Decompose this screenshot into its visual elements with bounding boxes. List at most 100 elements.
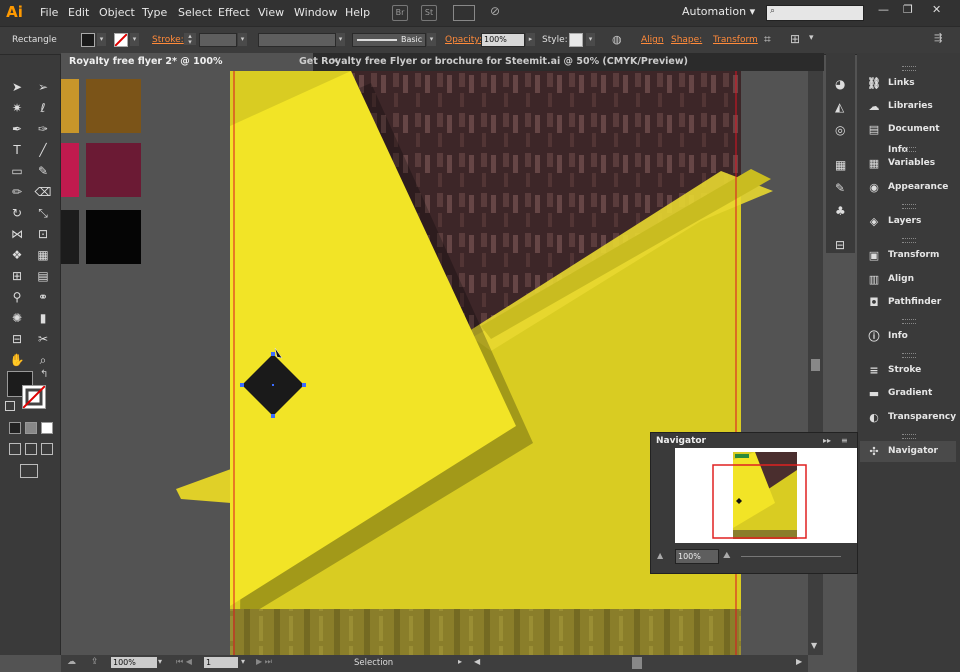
mesh-tool-icon[interactable]: ⊞ xyxy=(6,266,28,286)
blend-tool-icon[interactable]: ⚭ xyxy=(32,287,54,307)
menu-file[interactable]: File xyxy=(40,6,58,19)
swatch-maroon[interactable] xyxy=(86,143,141,197)
navigator-preview[interactable] xyxy=(675,448,857,543)
swatch-gold[interactable] xyxy=(61,79,79,133)
shape-builder-tool-icon[interactable]: ❖ xyxy=(6,245,28,265)
shape-link[interactable]: Shape: xyxy=(671,35,702,45)
panel-pathfinder[interactable]: ◘ Pathfinder xyxy=(860,292,956,313)
cloud-sync-icon[interactable]: ☁ xyxy=(67,657,76,667)
default-colors-icon[interactable] xyxy=(5,401,15,411)
hscroll-thumb[interactable] xyxy=(632,657,642,669)
zoom-field[interactable]: 100% xyxy=(111,657,157,668)
panel-navigator[interactable]: ✣ Navigator xyxy=(860,441,956,462)
stroke-color-box[interactable] xyxy=(22,385,46,409)
zoom-dropdown[interactable]: ▾ xyxy=(158,657,162,666)
menu-object[interactable]: Object xyxy=(99,6,135,19)
recolor-artwork-icon[interactable]: ◍ xyxy=(612,33,622,46)
screen-mode-icon[interactable] xyxy=(20,464,38,478)
eyedropper-tool-icon[interactable]: ⚲ xyxy=(6,287,28,307)
scroll-right-icon[interactable]: ▶ xyxy=(796,657,802,666)
artboard-dropdown[interactable]: ▾ xyxy=(241,657,245,666)
brush-definition-field[interactable]: Basic xyxy=(352,33,426,47)
export-icon[interactable]: ⇪ xyxy=(91,657,99,667)
stroke-label[interactable]: Stroke: xyxy=(152,35,184,45)
navigator-zoom-field[interactable]: 100% xyxy=(675,549,719,564)
stroke-swatch[interactable] xyxy=(114,33,128,47)
arrange-documents-icon[interactable] xyxy=(453,5,475,21)
close-window-button[interactable]: ✕ xyxy=(932,3,941,16)
chevron-down-icon[interactable]: ▾ xyxy=(809,33,814,43)
style-dropdown[interactable]: ▾ xyxy=(586,33,595,46)
artboard-nav-prev[interactable]: ⏮ ◀ xyxy=(176,657,192,667)
free-transform-tool-icon[interactable]: ⊡ xyxy=(32,224,54,244)
eraser-tool-icon[interactable]: ⌫ xyxy=(32,182,54,202)
panel-align[interactable]: ▥ Align xyxy=(860,269,956,290)
stock-icon[interactable]: St xyxy=(421,5,437,21)
stroke-weight-stepper[interactable]: ▴ ▾ xyxy=(184,33,196,46)
column-graph-tool-icon[interactable]: ▮ xyxy=(32,308,54,328)
scroll-left-icon[interactable]: ◀ xyxy=(474,657,480,666)
panel-document-info[interactable]: ▤ Document Info xyxy=(860,119,956,155)
menu-type[interactable]: Type xyxy=(142,6,167,19)
anchor-point[interactable] xyxy=(240,383,244,387)
gradient-tool-icon[interactable]: ▤ xyxy=(32,266,54,286)
stroke-weight-field[interactable] xyxy=(199,33,237,47)
none-mode-icon[interactable] xyxy=(41,422,53,434)
bridge-icon[interactable]: Br xyxy=(392,5,408,21)
artboard-number-field[interactable]: 1 xyxy=(204,657,238,668)
hand-tool-icon[interactable]: ✋ xyxy=(6,350,28,370)
pencil-tool-icon[interactable]: ✏ xyxy=(6,182,28,202)
panel-gradient[interactable]: ▬ Gradient xyxy=(860,383,956,404)
stroke-dropdown[interactable]: ▾ xyxy=(130,33,139,46)
isolate-object-icon[interactable]: ⌗ xyxy=(764,32,771,47)
artboards-panel-icon[interactable]: ⊟ xyxy=(835,238,845,252)
opacity-field[interactable]: 100% xyxy=(481,33,525,47)
menu-effect[interactable]: Effect xyxy=(218,6,250,19)
tab-steemit-brochure[interactable]: Get Royalty free Flyer or brochure for S… xyxy=(291,53,696,71)
panel-grip[interactable] xyxy=(902,204,916,209)
panel-stroke[interactable]: ≡ Stroke xyxy=(860,360,956,381)
symbol-sprayer-tool-icon[interactable]: ✺ xyxy=(6,308,28,328)
panel-appearance[interactable]: ◉ Appearance xyxy=(860,177,956,198)
variable-width-field[interactable] xyxy=(258,33,336,47)
slice-tool-icon[interactable]: ✂ xyxy=(32,329,54,349)
paintbrush-tool-icon[interactable]: ✎ xyxy=(32,161,54,181)
panel-variables[interactable]: ▦ Variables xyxy=(860,153,956,174)
artboard-tool-icon[interactable]: ⊟ xyxy=(6,329,28,349)
zoom-tool-icon[interactable]: ⌕ xyxy=(32,350,54,370)
zoom-out-icon[interactable]: ▲ xyxy=(657,551,663,560)
opacity-label[interactable]: Opacity: xyxy=(445,35,482,45)
magic-wand-tool-icon[interactable]: ✷ xyxy=(6,98,28,118)
zoom-in-icon[interactable]: ⛰ xyxy=(723,551,731,561)
anchor-point[interactable] xyxy=(302,383,306,387)
fill-swatch[interactable] xyxy=(81,33,95,47)
direct-selection-tool-icon[interactable]: ➢ xyxy=(32,77,54,97)
restore-button[interactable]: ❐ xyxy=(903,3,913,16)
panel-transform[interactable]: ▣ Transform xyxy=(860,245,956,266)
pen-tool-icon[interactable]: ✒ xyxy=(6,119,28,139)
control-panel-menu-icon[interactable]: ⇶ xyxy=(934,33,942,44)
type-tool-icon[interactable]: T xyxy=(6,140,28,160)
gradient-mode-icon[interactable] xyxy=(25,422,37,434)
panel-links[interactable]: ⛓ Links xyxy=(860,73,956,94)
zoom-slider[interactable] xyxy=(741,556,841,557)
menu-edit[interactable]: Edit xyxy=(68,6,89,19)
scale-tool-icon[interactable]: ⤡ xyxy=(32,203,54,223)
panel-grip[interactable] xyxy=(902,434,916,439)
stroke-weight-dropdown[interactable]: ▾ xyxy=(238,33,247,46)
panel-transparency[interactable]: ◐ Transparency xyxy=(860,407,956,428)
panel-grip[interactable] xyxy=(902,238,916,243)
swatches-panel-icon[interactable]: ▦ xyxy=(835,158,846,172)
menu-select[interactable]: Select xyxy=(178,6,212,19)
workspace-switcher[interactable]: Automation ▾ xyxy=(682,5,755,18)
panel-grip[interactable] xyxy=(902,147,916,152)
search-input[interactable]: ⌕ xyxy=(766,5,864,21)
panel-grip[interactable] xyxy=(902,353,916,358)
lasso-tool-icon[interactable]: ℓ xyxy=(32,98,54,118)
menu-window[interactable]: Window xyxy=(294,6,337,19)
menu-help[interactable]: Help xyxy=(345,6,370,19)
panel-libraries[interactable]: ☁ Libraries xyxy=(860,96,956,117)
collapse-panel-icon[interactable]: ▸▸ xyxy=(823,436,831,445)
panel-menu-icon[interactable]: ≡ xyxy=(841,436,848,445)
perspective-grid-tool-icon[interactable]: ▦ xyxy=(32,245,54,265)
